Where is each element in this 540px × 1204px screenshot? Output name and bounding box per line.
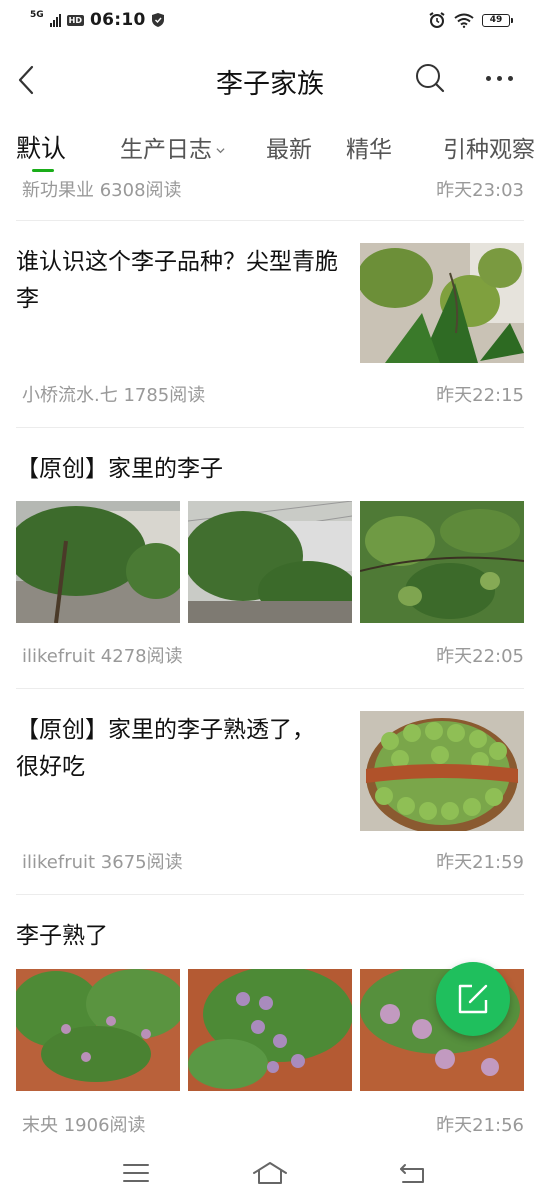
category-tabs: 默认 生产日志 最新 精华 引种观察 [0, 120, 540, 172]
tab-latest[interactable]: 最新 [266, 130, 312, 164]
edit-icon [458, 984, 488, 1014]
post-title: 谁认识这个李子品种？尖型青脆李 [16, 249, 338, 312]
tab-featured[interactable]: 精华 [346, 130, 392, 164]
post-time: 昨天21:56 [436, 1115, 524, 1136]
battery-level: 49 [489, 15, 503, 25]
more-dots-icon [486, 75, 513, 81]
post-time: 昨天21:59 [436, 852, 524, 873]
battery-icon: 49 [482, 13, 513, 27]
title-bar: 李子家族 [0, 42, 540, 116]
network-type: 5G [30, 9, 44, 20]
alarm-icon [429, 12, 445, 28]
divider [16, 427, 524, 428]
active-tab-indicator [32, 169, 54, 172]
home-icon [253, 1162, 287, 1184]
status-bar: 5G HD 06:10 49 [0, 0, 540, 42]
search-button[interactable] [414, 62, 446, 94]
post-author-reads: ilikefruit 4278阅读 [22, 646, 183, 667]
system-nav-bar [0, 1146, 540, 1204]
menu-button[interactable] [118, 1158, 154, 1188]
shield-icon [151, 13, 164, 27]
post-image [188, 969, 352, 1091]
divider [16, 688, 524, 689]
post-image [360, 711, 524, 831]
signal-icon [49, 13, 61, 27]
hd-badge: HD [66, 14, 84, 26]
home-button[interactable] [252, 1158, 288, 1188]
post-author-reads: 新功果业 6308阅读 [22, 180, 182, 201]
post-title: 【原创】家里的李子熟透了，很好吃 [16, 717, 315, 780]
search-icon [416, 64, 445, 93]
tab-production-log[interactable]: 生产日志 [120, 130, 225, 164]
post-author-reads: 末央 1906阅读 [22, 1115, 146, 1136]
post-title: 【原创】家里的李子 [16, 456, 223, 482]
post-image [360, 501, 524, 623]
post-image [188, 501, 352, 623]
menu-icon [123, 1164, 149, 1182]
post-author-reads: 小桥流水.七 1785阅读 [22, 385, 206, 406]
page-title: 李子家族 [216, 69, 324, 100]
return-button[interactable] [394, 1158, 430, 1188]
post-image [360, 243, 524, 363]
more-button[interactable] [486, 66, 522, 90]
divider [16, 894, 524, 895]
post-time: 昨天23:03 [436, 180, 524, 201]
post-image [16, 501, 180, 623]
wifi-icon [454, 13, 474, 28]
status-time: 06:10 [90, 10, 146, 30]
return-icon [400, 1164, 424, 1183]
tab-introduction-observation[interactable]: 引种观察 [443, 130, 535, 164]
tab-production-log-label: 生产日志 [120, 137, 212, 163]
post-time: 昨天22:05 [436, 646, 524, 667]
post-author-reads: ilikefruit 3675阅读 [22, 852, 183, 873]
post-time: 昨天22:15 [436, 385, 524, 406]
compose-button[interactable] [436, 962, 510, 1036]
post-image [16, 969, 180, 1091]
chevron-down-icon [216, 148, 225, 154]
divider [16, 220, 524, 221]
post-title: 李子熟了 [16, 923, 108, 949]
tab-default[interactable]: 默认 [16, 129, 66, 165]
